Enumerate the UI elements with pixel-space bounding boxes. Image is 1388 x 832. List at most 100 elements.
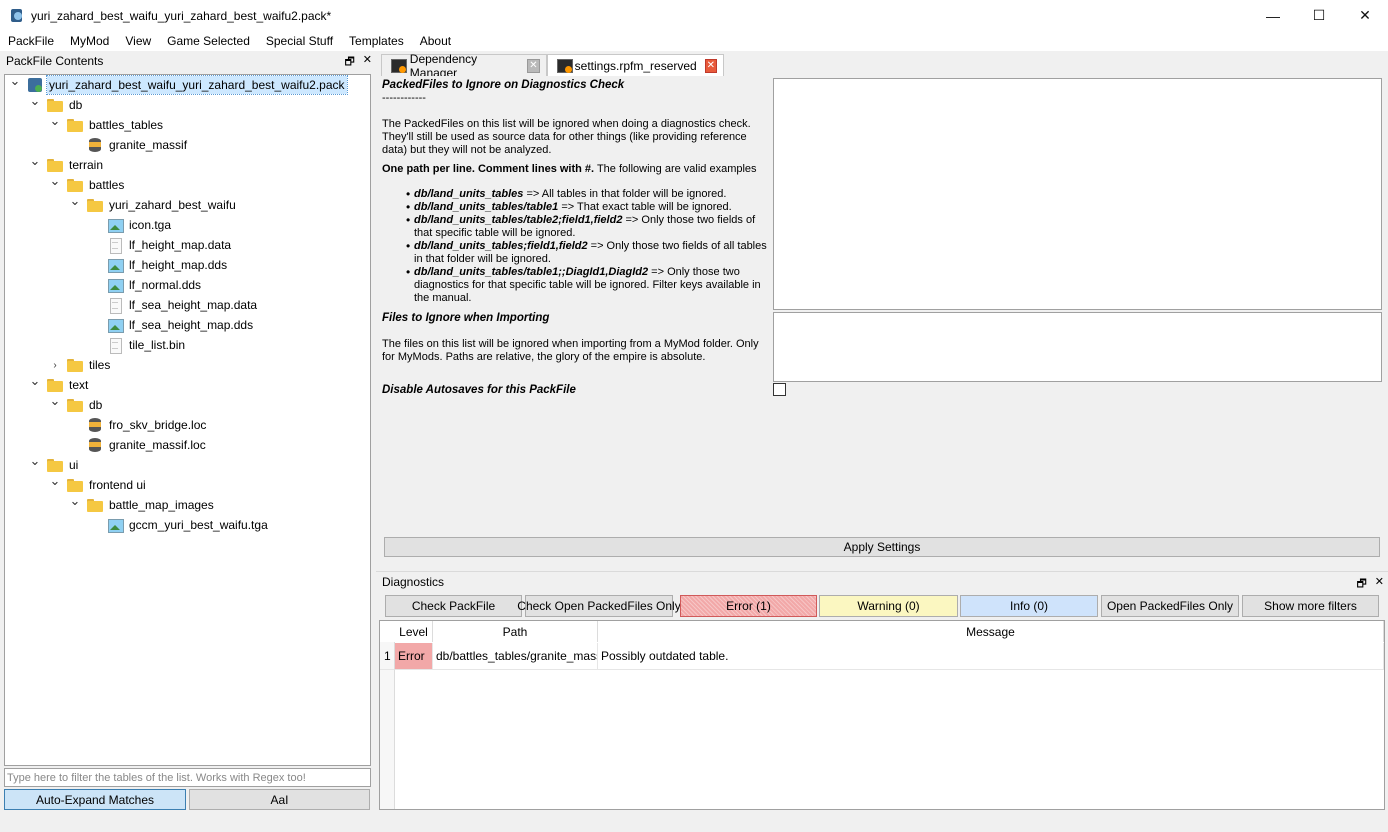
maximize-button[interactable]: ☐ bbox=[1296, 0, 1342, 31]
close-icon[interactable]: ✕ bbox=[1375, 575, 1384, 594]
menu-view[interactable]: View bbox=[117, 31, 159, 51]
menu-game-selected[interactable]: Game Selected bbox=[159, 31, 258, 51]
menu-templates[interactable]: Templates bbox=[341, 31, 412, 51]
minimize-button[interactable]: — bbox=[1250, 0, 1296, 31]
chevron-down-icon[interactable]: ⌄ bbox=[49, 113, 61, 128]
tree-item[interactable]: lf_height_map.dds bbox=[5, 255, 370, 275]
app-icon bbox=[9, 8, 25, 24]
packfile-tree[interactable]: ⌄ yuri_zahard_best_waifu_yuri_zahard_best… bbox=[4, 74, 371, 766]
file-icon bbox=[107, 237, 123, 254]
tree-item[interactable]: icon.tga bbox=[5, 215, 370, 235]
diagnostics-table[interactable]: Level Path Message 1 Error db/battles_ta… bbox=[379, 620, 1385, 810]
chevron-down-icon[interactable]: ⌄ bbox=[49, 173, 61, 188]
float-icon[interactable]: 🗗 bbox=[344, 53, 354, 72]
show-more-filters-button[interactable]: Show more filters bbox=[1242, 595, 1379, 617]
ignore-import-textarea[interactable] bbox=[773, 312, 1382, 382]
disable-autosaves-title: Disable Autosaves for this PackFile bbox=[382, 384, 576, 396]
tree-item[interactable]: ⌄ text bbox=[5, 373, 370, 395]
close-tab-icon[interactable]: ✕ bbox=[704, 58, 717, 73]
folder-icon bbox=[67, 357, 83, 373]
filter-input[interactable] bbox=[4, 768, 371, 787]
chevron-down-icon[interactable]: ⌄ bbox=[69, 493, 81, 508]
folder-icon bbox=[47, 157, 63, 173]
tree-item[interactable]: › tiles bbox=[5, 355, 370, 375]
tree-item[interactable]: ⌄ frontend ui bbox=[5, 473, 370, 495]
file-icon bbox=[557, 58, 573, 73]
tree-item[interactable]: ⌄ terrain bbox=[5, 153, 370, 175]
menu-about[interactable]: About bbox=[412, 31, 459, 51]
image-icon bbox=[107, 217, 124, 233]
menu-mymod[interactable]: MyMod bbox=[62, 31, 117, 51]
chevron-down-icon[interactable]: ⌄ bbox=[29, 373, 41, 388]
tree-item[interactable]: gccm_yuri_best_waifu.tga bbox=[5, 515, 370, 535]
close-tab-icon[interactable]: ✕ bbox=[526, 58, 540, 73]
column-header-message[interactable]: Message bbox=[598, 621, 1384, 642]
close-icon[interactable]: ✕ bbox=[363, 53, 372, 72]
image-icon bbox=[107, 517, 124, 533]
chevron-down-icon[interactable]: ⌄ bbox=[49, 393, 61, 408]
check-open-packedfiles-button[interactable]: Check Open PackedFiles Only bbox=[517, 595, 681, 617]
tree-item-label: db bbox=[69, 98, 83, 112]
tab-settings[interactable]: settings.rpfm_reserved ✕ bbox=[547, 54, 724, 76]
tree-item[interactable]: ⌄ db bbox=[5, 393, 370, 415]
tree-item[interactable]: fro_skv_bridge.loc bbox=[5, 415, 370, 435]
chevron-down-icon[interactable]: ⌄ bbox=[9, 75, 21, 88]
folder-icon bbox=[67, 177, 83, 193]
menu-packfile[interactable]: PackFile bbox=[0, 31, 62, 51]
window-title: yuri_zahard_best_waifu_yuri_zahard_best_… bbox=[31, 8, 332, 23]
tree-item[interactable]: lf_height_map.data bbox=[5, 235, 370, 255]
tree-item[interactable]: ⌄ db bbox=[5, 93, 370, 115]
cell-path[interactable]: db/battles_tables/granite_massif bbox=[433, 643, 598, 670]
cell-message[interactable]: Possibly outdated table. bbox=[598, 643, 1384, 670]
tree-item-label: icon.tga bbox=[129, 218, 172, 232]
tree-item[interactable]: ⌄ ui bbox=[5, 453, 370, 475]
window-controls: — ☐ ✕ bbox=[1250, 0, 1388, 31]
tree-item-label: lf_height_map.dds bbox=[129, 258, 228, 272]
apply-settings-button[interactable]: Apply Settings bbox=[384, 537, 1380, 557]
tab-label: settings.rpfm_reserved bbox=[574, 58, 697, 73]
tree-item[interactable]: lf_sea_height_map.dds bbox=[5, 315, 370, 335]
image-icon bbox=[107, 317, 124, 333]
info-filter-button[interactable]: Info (0) bbox=[960, 595, 1098, 617]
column-header-path[interactable]: Path bbox=[433, 621, 598, 642]
check-packfile-button[interactable]: Check PackFile bbox=[385, 595, 522, 617]
close-button[interactable]: ✕ bbox=[1342, 0, 1388, 31]
chevron-down-icon[interactable]: ⌄ bbox=[69, 193, 81, 208]
error-filter-button[interactable]: Error (1) bbox=[680, 595, 817, 617]
cell-level[interactable]: Error bbox=[395, 643, 433, 670]
file-icon bbox=[107, 337, 123, 354]
menu-special-stuff[interactable]: Special Stuff bbox=[258, 31, 341, 51]
tab-dependency-manager[interactable]: Dependency Manager ✕ bbox=[381, 52, 547, 80]
ignore-diag-title: PackedFiles to Ignore on Diagnostics Che… bbox=[382, 79, 625, 91]
menu-bar: PackFile MyMod View Game Selected Specia… bbox=[0, 31, 1388, 51]
column-header-level[interactable]: Level bbox=[395, 621, 433, 642]
ignore-diag-textarea[interactable] bbox=[773, 78, 1382, 310]
tree-item[interactable]: ⌄ battles_tables bbox=[5, 113, 370, 135]
tree-item-label: granite_massif.loc bbox=[109, 438, 206, 452]
auto-expand-button[interactable]: Auto-Expand Matches bbox=[4, 789, 186, 810]
valid-examples-hint: The following are valid examples bbox=[594, 163, 757, 175]
chevron-down-icon[interactable]: ⌄ bbox=[49, 473, 61, 488]
case-sensitive-button[interactable]: AaI bbox=[189, 789, 370, 810]
tree-item[interactable]: ⌄ battles bbox=[5, 173, 370, 195]
tree-item-label: terrain bbox=[69, 158, 104, 172]
chevron-down-icon[interactable]: ⌄ bbox=[29, 93, 41, 108]
tree-item[interactable]: tile_list.bin bbox=[5, 335, 370, 355]
tree-item[interactable]: ⌄ yuri_zahard_best_waifu_yuri_zahard_best… bbox=[5, 75, 370, 95]
tree-item[interactable]: lf_normal.dds bbox=[5, 275, 370, 295]
float-icon[interactable]: 🗗 bbox=[1356, 575, 1366, 594]
tree-item[interactable]: granite_massif.loc bbox=[5, 435, 370, 455]
chevron-down-icon[interactable]: ⌄ bbox=[29, 153, 41, 168]
disable-autosaves-checkbox[interactable] bbox=[773, 383, 786, 396]
tab-bar: Dependency Manager ✕ settings.rpfm_reser… bbox=[381, 52, 724, 80]
tree-item[interactable]: granite_massif bbox=[5, 135, 370, 155]
tree-item[interactable]: ⌄ battle_map_images bbox=[5, 493, 370, 515]
tree-item-label: lf_normal.dds bbox=[129, 278, 202, 292]
tree-item[interactable]: ⌄ yuri_zahard_best_waifu bbox=[5, 193, 370, 215]
tree-item[interactable]: lf_sea_height_map.data bbox=[5, 295, 370, 315]
chevron-down-icon[interactable]: ⌄ bbox=[29, 453, 41, 468]
warning-filter-button[interactable]: Warning (0) bbox=[819, 595, 958, 617]
tree-item-label: yuri_zahard_best_waifu_yuri_zahard_best_… bbox=[46, 75, 348, 95]
chevron-right-icon[interactable]: › bbox=[49, 359, 61, 371]
open-packedfiles-only-button[interactable]: Open PackedFiles Only bbox=[1101, 595, 1239, 617]
